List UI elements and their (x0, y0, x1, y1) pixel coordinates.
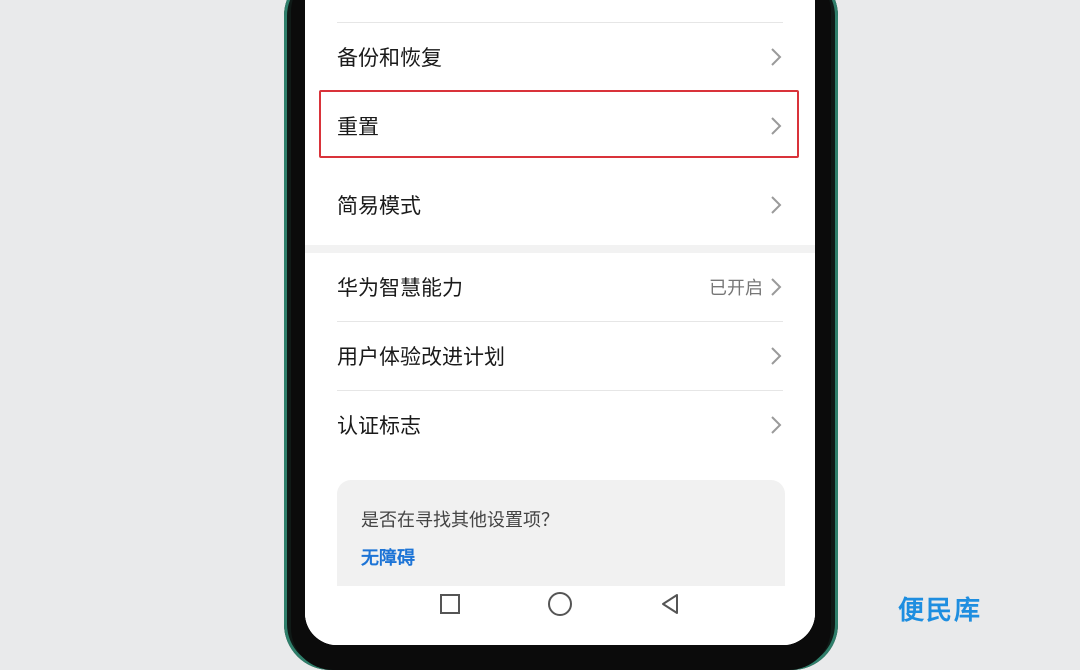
settings-item-label: 备份和恢复 (337, 46, 442, 70)
triangle-back-icon (662, 594, 678, 614)
highlight-box (319, 90, 799, 158)
settings-item-label: 简易模式 (337, 194, 421, 218)
settings-item-label: 华为智慧能力 (337, 276, 463, 300)
tip-card: 是否在寻找其他设置项？ 无障碍 (337, 480, 785, 600)
settings-item-status: 已开启 (709, 278, 763, 299)
circle-icon (548, 592, 572, 616)
navigation-bar (305, 586, 815, 645)
recent-apps-button[interactable] (430, 588, 470, 620)
chevron-right-icon (771, 48, 782, 66)
square-icon (440, 594, 460, 614)
chevron-right-icon (771, 278, 782, 296)
chevron-right-icon (771, 416, 782, 434)
accessibility-link[interactable]: 无障碍 (361, 544, 415, 570)
settings-item-huawei-smart[interactable]: 华为智慧能力 已开启 (337, 253, 783, 321)
back-button[interactable] (650, 588, 690, 620)
settings-screen: 备份和恢复 重置 简易模式 华为智慧能力 已开启 用户体验改进计划 认证标志 是… (305, 0, 815, 645)
settings-group-system: 备份和恢复 重置 简易模式 (305, 0, 815, 245)
settings-item-user-experience[interactable]: 用户体验改进计划 (337, 322, 783, 390)
chevron-right-icon (771, 196, 782, 214)
settings-item-backup-restore[interactable]: 备份和恢复 (337, 22, 783, 92)
settings-item-label: 认证标志 (337, 414, 421, 438)
settings-item-label: 用户体验改进计划 (337, 345, 505, 369)
watermark-logo: 便民库 (898, 596, 983, 626)
settings-item-simple-mode[interactable]: 简易模式 (337, 170, 783, 240)
tip-question: 是否在寻找其他设置项？ (361, 510, 559, 531)
chevron-right-icon (771, 347, 782, 365)
home-button[interactable] (540, 588, 580, 620)
settings-item-certification[interactable]: 认证标志 (337, 391, 783, 459)
